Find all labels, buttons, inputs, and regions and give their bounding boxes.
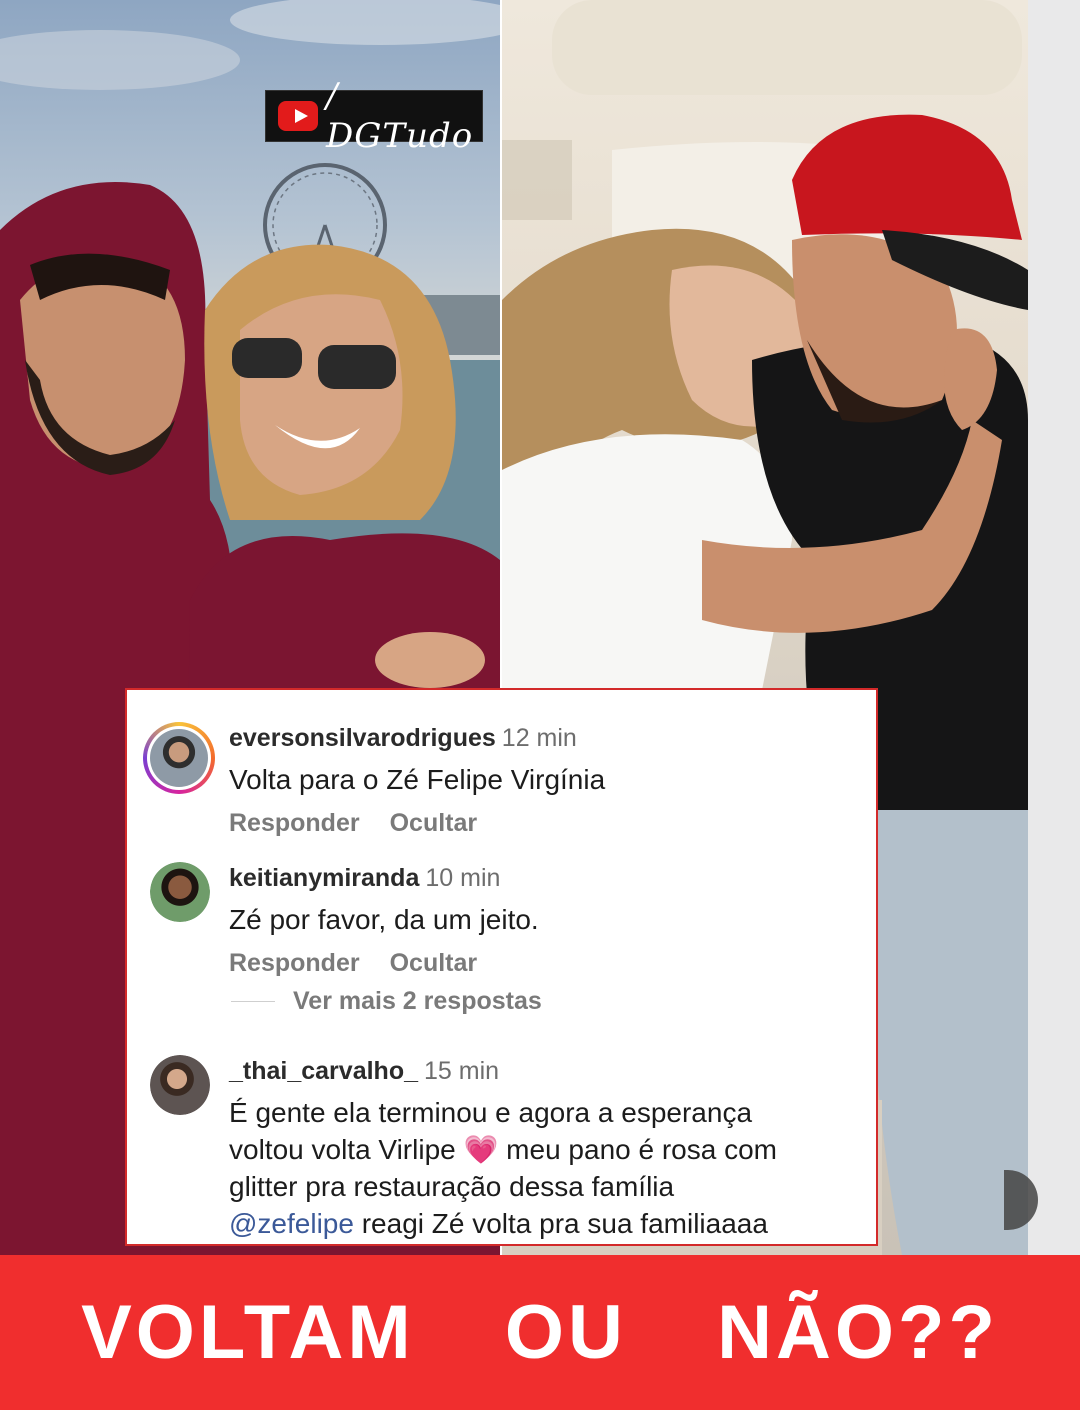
comment-time: 15 min xyxy=(424,1057,500,1085)
divider-line xyxy=(231,1001,275,1002)
comment-text-line: meu pano é rosa com xyxy=(506,1134,777,1165)
comment-time: 10 min xyxy=(425,864,501,892)
comment-text-line: É gente ela terminou e agora a esperança xyxy=(229,1097,753,1128)
comment-username[interactable]: keitianymiranda xyxy=(229,864,419,892)
comment-text: É gente ela terminou e agora a esperança… xyxy=(229,1094,777,1242)
post-image: / DGTudo eversonsilvarodrigues 12 min Vo… xyxy=(0,0,1080,1410)
title-banner: VOLTAM OU NÃO?? xyxy=(0,1255,1080,1410)
reply-button[interactable]: Responder xyxy=(229,809,360,837)
youtube-icon xyxy=(278,101,319,131)
comment-username[interactable]: _thai_carvalho_ xyxy=(229,1057,418,1085)
mention-link[interactable]: @zefelipe xyxy=(229,1208,354,1239)
avatar[interactable] xyxy=(150,1055,210,1115)
comment-text-line: glitter pra restauração dessa família xyxy=(229,1171,675,1202)
comment-username[interactable]: eversonsilvarodrigues xyxy=(229,724,496,752)
comment-text: Volta para o Zé Felipe Virgínia xyxy=(229,764,606,795)
comment-time: 12 min xyxy=(501,724,577,752)
comments-card: eversonsilvarodrigues 12 min Volta para o… xyxy=(125,688,878,1246)
view-more-replies-label: Ver mais 2 respostas xyxy=(293,987,542,1015)
comment-text: Zé por favor, da um jeito. xyxy=(229,904,539,935)
hide-button[interactable]: Ocultar xyxy=(390,949,478,977)
heart-emoji-icon: 💗 xyxy=(463,1134,499,1165)
side-strip xyxy=(1028,0,1080,1255)
avatar[interactable] xyxy=(143,722,215,794)
comment-text-line: voltou volta Virlipe xyxy=(229,1134,456,1165)
watermark-text: / DGTudo xyxy=(326,76,474,156)
watermark: / DGTudo xyxy=(265,76,483,156)
view-more-replies[interactable]: Ver mais 2 respostas xyxy=(231,987,542,1016)
comment-text-line: reagi Zé volta pra sua familiaaaa xyxy=(361,1208,768,1239)
reply-button[interactable]: Responder xyxy=(229,949,360,977)
avatar[interactable] xyxy=(150,862,210,922)
banner-title: VOLTAM OU NÃO?? xyxy=(81,1290,999,1375)
hide-button[interactable]: Ocultar xyxy=(390,809,478,837)
